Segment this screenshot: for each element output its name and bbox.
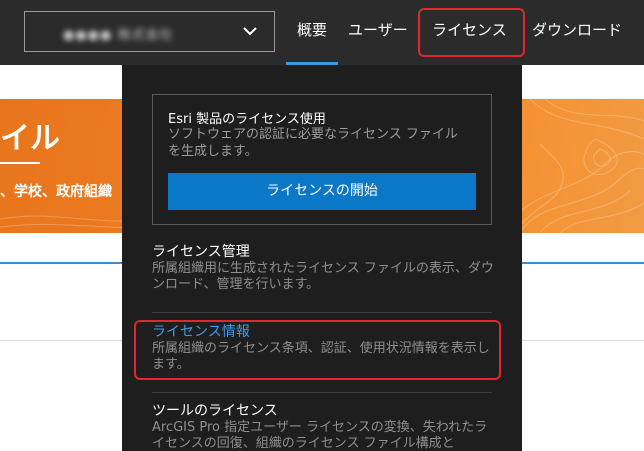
highlight-license-info [134,320,501,380]
menu-item-description: 所属組織用に生成されたライセンス ファイルの表示、ダウンロード、管理を行います。 [152,261,494,292]
nav-tab-download[interactable]: ダウンロード [532,0,622,65]
card-title: Esri 製品のライセンス使用 [168,112,326,127]
start-licensing-card: Esri 製品のライセンス使用 ソフトウェアの認証に必要なライセンス ファイルを… [152,94,492,225]
licenses-dropdown-menu: Esri 製品のライセンス使用 ソフトウェアの認証に必要なライセンス ファイルを… [122,65,522,451]
menu-item-title: ツールのライセンス [152,403,278,419]
start-licensing-button[interactable]: ライセンスの開始 [168,173,476,210]
menu-item-description: ArcGIS Pro 指定ユーザー ライセンスの変換、失われたライセンスの回復、… [152,420,488,451]
top-nav-bar: ●●●● 株式会社 概要 ユーザー ライセンス ダウンロード [0,0,644,65]
organization-name: ●●●● 株式会社 [63,28,174,43]
organization-selector[interactable]: ●●●● 株式会社 [24,11,275,52]
menu-item-license-management[interactable]: ライセンス管理 所属組織用に生成されたライセンス ファイルの表示、ダウンロード、… [152,243,497,293]
card-description: ソフトウェアの認証に必要なライセンス ファイルを生成します。 [168,127,458,159]
menu-separator [152,312,492,313]
nav-tab-users[interactable]: ユーザー [348,0,408,65]
menu-item-tool-licenses[interactable]: ツールのライセンス ArcGIS Pro 指定ユーザー ライセンスの変換、失われ… [152,402,497,451]
banner-subtitle: 、学校、政府組織 [0,184,112,200]
highlight-licenses-tab [418,8,525,57]
chevron-down-icon [243,27,257,36]
banner-title: イル [0,121,60,156]
menu-separator [152,392,492,393]
nav-tab-overview[interactable]: 概要 [286,0,338,65]
banner-divider [0,162,40,164]
menu-item-title: ライセンス管理 [152,244,250,260]
